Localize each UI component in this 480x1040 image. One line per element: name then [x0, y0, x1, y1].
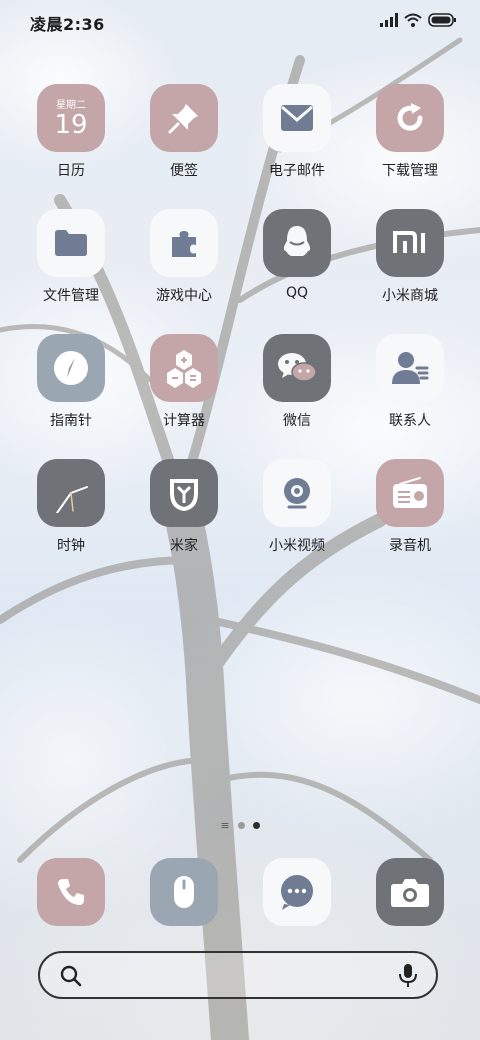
app-label: QQ: [285, 285, 309, 301]
app-label: 下载管理: [382, 163, 438, 179]
mi-logo-icon: [393, 231, 425, 253]
phone-icon: [58, 879, 84, 905]
mijia-icon: [170, 479, 198, 512]
app-recorder[interactable]: 录音机: [355, 459, 465, 555]
app-label: 联系人: [389, 413, 431, 429]
status-time: 凌晨2:36: [30, 15, 105, 34]
wechat-icon: [278, 353, 317, 382]
app-clock[interactable]: 时钟: [16, 459, 126, 555]
app-mi-store[interactable]: 小米商城: [355, 209, 465, 305]
qq-penguin-icon: [283, 226, 311, 256]
camera-icon: [391, 879, 429, 907]
app-label: 录音机: [389, 538, 431, 554]
battery-icon: [428, 13, 456, 27]
video-icon: [284, 478, 310, 509]
clock-icon: [56, 486, 88, 513]
app-downloads[interactable]: 下载管理: [355, 84, 465, 180]
app-label: 小米商城: [382, 288, 438, 304]
status-bar: 凌晨2:36: [0, 0, 480, 40]
app-email[interactable]: 电子邮件: [242, 84, 352, 180]
calculator-icon: [167, 350, 201, 388]
app-label: 电子邮件: [269, 163, 325, 179]
menu-lines-icon[interactable]: ≡: [220, 820, 229, 831]
app-label: 游戏中心: [156, 288, 212, 304]
app-label: 文件管理: [43, 288, 99, 304]
download-refresh-icon: [397, 103, 423, 131]
search-bar[interactable]: [38, 951, 438, 999]
page-indicator: ≡: [0, 820, 480, 831]
search-icon[interactable]: [60, 965, 82, 987]
mail-icon: [281, 105, 313, 131]
calendar-day: 19: [54, 109, 88, 140]
app-label: 指南针: [50, 413, 92, 429]
app-label: 小米视频: [269, 538, 325, 554]
app-notes[interactable]: 便签: [129, 84, 239, 180]
mouse-icon: [174, 876, 194, 908]
app-calculator[interactable]: 计算器: [129, 334, 239, 430]
app-mijia[interactable]: 米家: [129, 459, 239, 555]
radio-recorder-icon: [393, 477, 427, 508]
app-label: 便签: [170, 163, 198, 179]
page-dot-1[interactable]: [237, 822, 245, 829]
app-game-center[interactable]: 游戏中心: [129, 209, 239, 305]
compass-icon: [54, 351, 88, 385]
wifi-icon: [404, 13, 422, 27]
app-mi-video[interactable]: 小米视频: [242, 459, 352, 555]
app-label: 时钟: [57, 538, 85, 554]
page-dot-2[interactable]: [252, 822, 260, 829]
calendar-weekday: 星期二: [56, 99, 86, 111]
pushpin-icon: [168, 104, 198, 134]
folder-icon: [55, 230, 87, 256]
dock-phone[interactable]: [16, 858, 126, 926]
app-label: 微信: [283, 413, 311, 429]
app-label: 计算器: [163, 413, 205, 429]
app-files[interactable]: 文件管理: [16, 209, 126, 305]
app-calendar[interactable]: 星期二 19 日历: [16, 84, 126, 180]
app-label: 米家: [170, 538, 198, 554]
app-contacts[interactable]: 联系人: [355, 334, 465, 430]
app-wechat[interactable]: 微信: [242, 334, 352, 430]
contacts-icon: [392, 352, 429, 384]
calendar-icon: 星期二 19: [37, 84, 105, 152]
app-compass[interactable]: 指南针: [16, 334, 126, 430]
dock-messages[interactable]: [242, 858, 352, 926]
puzzle-icon: [172, 231, 196, 257]
dock-mouse-app[interactable]: [129, 858, 239, 926]
app-qq[interactable]: QQ: [242, 209, 352, 301]
message-icon: [281, 875, 313, 910]
app-label: 日历: [57, 163, 85, 179]
signal-icon: [380, 13, 398, 27]
dock-camera[interactable]: [355, 858, 465, 926]
microphone-icon[interactable]: [398, 963, 418, 989]
